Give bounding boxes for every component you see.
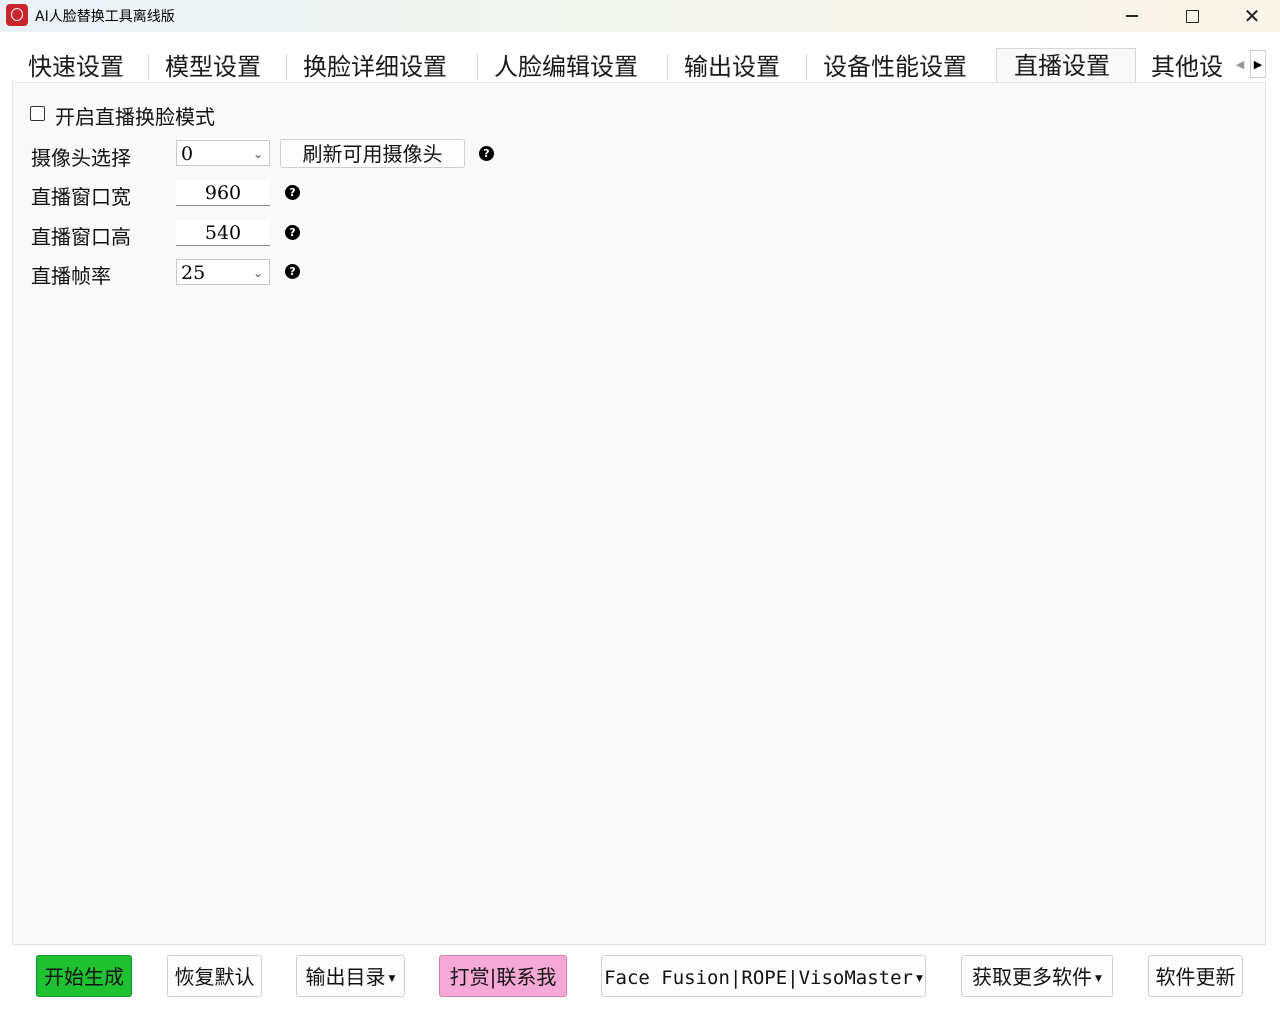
help-icon[interactable]: ? [285, 225, 300, 240]
donate-contact-button[interactable]: 打赏|联系我 [439, 955, 567, 997]
camera-select-value: 0 [181, 143, 194, 165]
app-logo-icon [6, 4, 28, 26]
more-software-button[interactable]: 获取更多软件 ▼ [961, 955, 1113, 997]
tab-divider [148, 54, 149, 80]
camera-select-label: 摄像头选择 [31, 146, 131, 170]
minimize-icon [1126, 15, 1138, 17]
chevron-down-icon: ⌄ [252, 266, 263, 280]
window-height-label: 直播窗口高 [31, 225, 131, 249]
dropdown-caret-icon: ▼ [915, 973, 923, 984]
tab-bar: 快速设置 模型设置 换脸详细设置 人脸编辑设置 输出设置 设备性能设置 直播设置… [12, 48, 1248, 84]
related-tools-button[interactable]: Face Fusion|ROPE|VisoMaster ▼ [601, 955, 926, 997]
tab-live-settings[interactable]: 直播设置 [996, 48, 1136, 84]
close-icon: ✕ [1243, 4, 1261, 28]
frame-rate-label: 直播帧率 [31, 264, 111, 288]
minimize-button[interactable] [1102, 0, 1162, 32]
output-dir-label: 输出目录 [305, 965, 386, 989]
window-width-input[interactable]: 960 [176, 180, 270, 206]
window-width-label: 直播窗口宽 [31, 185, 131, 209]
more-software-label: 获取更多软件 [972, 965, 1093, 989]
software-update-button[interactable]: 软件更新 [1148, 955, 1243, 997]
close-button[interactable]: ✕ [1222, 0, 1280, 32]
tab-quick-settings[interactable]: 快速设置 [28, 50, 148, 82]
help-icon[interactable]: ? [479, 146, 494, 161]
maximize-button[interactable] [1162, 0, 1222, 32]
output-dir-button[interactable]: 输出目录 ▼ [296, 955, 405, 997]
tab-device-performance[interactable]: 设备性能设置 [823, 50, 995, 82]
frame-rate-value: 25 [181, 262, 206, 284]
maximize-icon [1185, 9, 1199, 23]
dropdown-caret-icon: ▼ [388, 973, 396, 984]
camera-select[interactable]: 0 ⌄ [176, 140, 270, 166]
enable-live-checkbox[interactable] [30, 106, 45, 121]
tab-divider [477, 54, 478, 80]
help-icon[interactable]: ? [285, 264, 300, 279]
tab-model-settings[interactable]: 模型设置 [165, 50, 285, 82]
window-title: AI人脸替换工具离线版 [35, 9, 175, 25]
window-height-input[interactable]: 540 [176, 220, 270, 246]
tab-output-settings[interactable]: 输出设置 [684, 50, 804, 82]
restore-defaults-button[interactable]: 恢复默认 [167, 955, 262, 997]
tab-face-swap-details[interactable]: 换脸详细设置 [303, 50, 473, 82]
tab-divider [806, 54, 807, 80]
tab-scroll-right-icon[interactable]: ▶ [1250, 50, 1266, 78]
related-tools-label: Face Fusion|ROPE|VisoMaster [604, 967, 913, 989]
tab-other-settings[interactable]: 其他设 [1151, 50, 1233, 82]
tab-divider [286, 54, 287, 80]
refresh-cameras-button[interactable]: 刷新可用摄像头 [280, 139, 465, 168]
tab-scroll-left-icon[interactable]: ◀ [1232, 50, 1248, 78]
chevron-down-icon: ⌄ [252, 147, 263, 161]
help-icon[interactable]: ? [285, 185, 300, 200]
tab-face-edit-settings[interactable]: 人脸编辑设置 [494, 50, 664, 82]
live-settings-panel [12, 82, 1266, 945]
dropdown-caret-icon: ▼ [1095, 973, 1102, 984]
tab-divider [667, 54, 668, 80]
enable-live-label: 开启直播换脸模式 [55, 105, 215, 129]
start-generate-button[interactable]: 开始生成 [36, 955, 132, 997]
frame-rate-select[interactable]: 25 ⌄ [176, 259, 270, 285]
title-bar: AI人脸替换工具离线版 ✕ [0, 0, 1280, 32]
